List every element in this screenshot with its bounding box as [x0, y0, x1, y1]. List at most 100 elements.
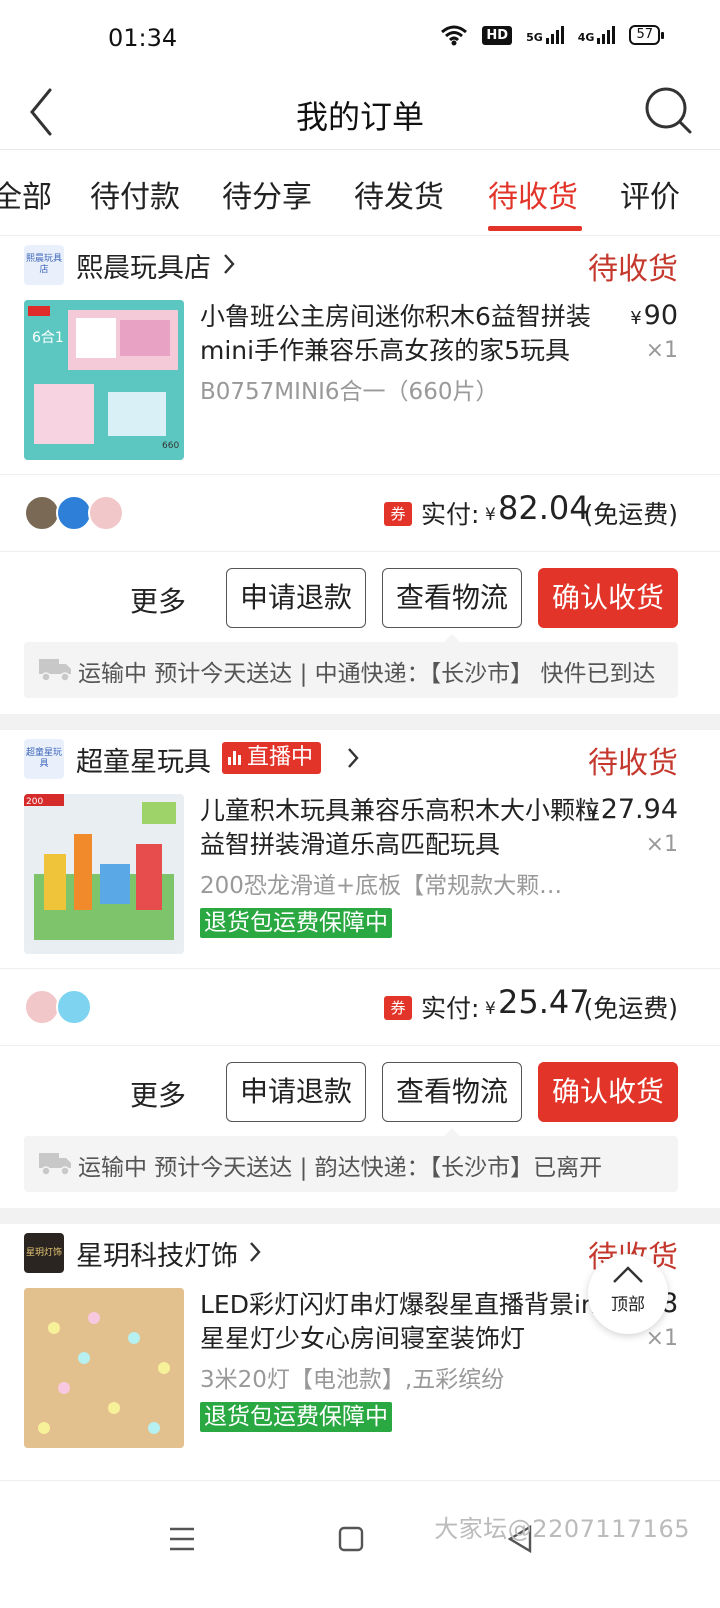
pay-yen: ¥ — [485, 999, 496, 1019]
live-badge[interactable]: 直播中 — [222, 742, 322, 774]
shipping-note: (免运费) — [583, 500, 678, 529]
shop-name: 熙晨玩具店 — [76, 253, 211, 284]
shipping-note: (免运费) — [583, 994, 678, 1023]
chevron-right-icon — [224, 254, 235, 274]
refund-button[interactable]: 申请退款 — [226, 1062, 366, 1122]
product-qty: ×1 — [645, 1326, 678, 1351]
tab-pending-payment[interactable]: 待付款 — [90, 172, 180, 216]
chevron-right-icon — [250, 1242, 261, 1262]
product-qty: ×1 — [645, 832, 678, 857]
payment-row: 券 实付: ¥ 82.04 (免运费) — [0, 474, 720, 552]
refund-button[interactable]: 申请退款 — [226, 568, 366, 628]
product-sku: B0757MINI6合一（660片） — [200, 379, 499, 405]
order-card: 熙晨玩具店 熙晨玩具店 待收货 6合1 660 小鲁班公主房间迷你积木6益智拼装… — [0, 236, 720, 698]
search-button[interactable] — [638, 82, 698, 142]
logistics-bar[interactable]: 运输中 预计今天送达 | 中通快递：【长沙市】 快件已到达 — [24, 642, 678, 698]
more-button[interactable]: 更多 — [130, 1074, 186, 1114]
net-label-4g: 4G — [577, 31, 595, 44]
home-icon[interactable] — [320, 1509, 380, 1569]
order-card: 超童星玩具 超童星玩具 直播中 待收货 200 儿童积木玩具兼容乐高积木大小颗粒… — [0, 730, 720, 1192]
pay-label: 实付: — [421, 994, 480, 1023]
action-row: 更多 申请退款 查看物流 确认收货 — [0, 1046, 720, 1148]
action-row: 更多 申请退款 查看物流 确认收货 — [0, 552, 720, 654]
battery-icon: 57 — [629, 25, 664, 45]
search-icon — [645, 87, 692, 134]
payment-row: 券 实付: ¥ 25.47 (免运费) — [0, 968, 720, 1046]
price-value: 27.94 — [600, 794, 678, 825]
product-image: 200 — [24, 794, 184, 954]
hd-badge: HD — [482, 25, 513, 45]
avatar — [56, 989, 92, 1025]
order-divider — [0, 714, 720, 730]
arrow-up-icon — [613, 1266, 643, 1283]
yen-symbol: ¥ — [587, 802, 599, 823]
product-item[interactable]: 6合1 660 小鲁班公主房间迷你积木6益智拼装mini手作兼容乐高女孩的家5玩… — [0, 296, 720, 474]
shop-name: 超童星玩具 — [76, 747, 211, 778]
shop-logo: 星玥灯饰 — [24, 1233, 64, 1273]
watermark: 大家坛@2207117165 — [434, 1515, 690, 1543]
product-sku: 200恐龙滑道+底板【常规款大颗粒】 — [200, 873, 580, 899]
guarantee-badge: 退货包运费保障中 — [200, 1402, 392, 1432]
yen-symbol: ¥ — [630, 308, 642, 329]
view-logistics-button[interactable]: 查看物流 — [382, 568, 522, 628]
back-to-top-button[interactable]: 顶部 — [588, 1254, 668, 1334]
header: 我的订单 — [0, 80, 720, 150]
signal-5g-icon: 5G — [526, 26, 564, 44]
signal-4g-icon: 4G — [578, 26, 616, 44]
product-item[interactable]: 200 儿童积木玩具兼容乐高积木大小颗粒益智拼装滑道乐高匹配玩具 200恐龙滑道… — [0, 790, 720, 968]
guarantee-badge: 退货包运费保障中 — [200, 908, 392, 938]
tab-review[interactable]: 评价 — [620, 172, 680, 216]
tab-pending-receipt[interactable]: 待收货 — [488, 172, 578, 216]
product-image: 6合1 660 — [24, 300, 184, 460]
confirm-receipt-button[interactable]: 确认收货 — [538, 1062, 678, 1122]
price-value: 90 — [643, 300, 678, 331]
tab-all[interactable]: 全部 — [0, 172, 52, 216]
shop-name: 星玥科技灯饰 — [76, 1241, 238, 1272]
system-nav-bar: 大家坛@2207117165 — [0, 1480, 720, 1608]
logistics-text: 运输中 预计今天送达 | 韵达快递：【长沙市】已离开 — [78, 1155, 603, 1181]
chevron-right-icon — [348, 748, 359, 768]
status-time: 01:34 — [108, 24, 178, 52]
order-tabs: 全部 待付款 待分享 待发货 待收货 评价 — [0, 150, 720, 236]
order-status: 待收货 — [588, 252, 678, 287]
menu-icon[interactable] — [152, 1509, 212, 1569]
logistics-bar[interactable]: 运输中 预计今天送达 | 韵达快递：【长沙市】已离开 — [24, 1136, 678, 1192]
order-divider — [0, 1208, 720, 1224]
product-title: 儿童积木玩具兼容乐高积木大小颗粒益智拼装滑道乐高匹配玩具 — [200, 796, 601, 859]
truck-icon — [39, 1153, 71, 1176]
order-status: 待收货 — [588, 746, 678, 781]
truck-icon — [39, 659, 71, 682]
back-to-top-label: 顶部 — [611, 1295, 645, 1315]
view-logistics-button[interactable]: 查看物流 — [382, 1062, 522, 1122]
live-icon — [228, 751, 241, 765]
coupon-badge: 券 — [384, 502, 412, 526]
confirm-receipt-button[interactable]: 确认收货 — [538, 568, 678, 628]
shop-row[interactable]: 熙晨玩具店 熙晨玩具店 待收货 — [0, 236, 720, 296]
wifi-icon — [441, 25, 468, 46]
net-label-5g: 5G — [526, 31, 543, 44]
avatar — [56, 495, 92, 531]
product-image — [24, 1288, 184, 1448]
svg-text:6合1: 6合1 — [32, 330, 64, 346]
svg-text:660: 660 — [162, 441, 179, 451]
active-tab-indicator — [488, 226, 582, 231]
product-sku: 3米20灯【电池款】,五彩缤纷 — [200, 1367, 505, 1393]
tab-pending-shipment[interactable]: 待发货 — [354, 172, 444, 216]
coupon-badge: 券 — [384, 996, 412, 1020]
avatar — [24, 495, 60, 531]
status-icons: HD 5G 4G 57 — [440, 24, 664, 46]
product-title: LED彩灯闪灯串灯爆裂星直播背景ins星星灯少女心房间寝室装饰灯 — [200, 1290, 610, 1353]
shop-row[interactable]: 超童星玩具 超童星玩具 直播中 待收货 — [0, 730, 720, 790]
pay-amount: 25.47 — [498, 983, 590, 1021]
avatar — [88, 495, 124, 531]
page-title: 我的订单 — [295, 98, 424, 136]
tab-pending-share[interactable]: 待分享 — [222, 172, 312, 216]
status-bar: 01:34 HD 5G 4G 57 — [0, 0, 720, 80]
buyer-avatars — [24, 495, 124, 531]
product-price: ¥27.94 — [587, 794, 678, 825]
pay-yen: ¥ — [485, 505, 496, 525]
more-button[interactable]: 更多 — [130, 580, 186, 620]
logistics-text: 运输中 预计今天送达 | 中通快递：【长沙市】 快件已到达 — [78, 661, 656, 687]
shop-logo: 熙晨玩具店 — [24, 245, 64, 285]
svg-text:200: 200 — [26, 797, 43, 807]
